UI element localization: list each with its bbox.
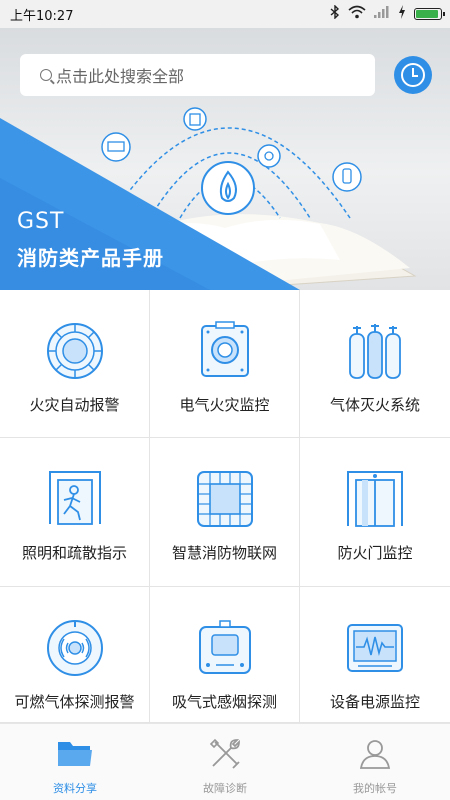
category-fire-alarm[interactable]: 火灾自动报警 (0, 290, 150, 438)
category-combustible-gas[interactable]: 可燃气体探测报警 (0, 587, 150, 723)
charging-icon (398, 5, 406, 23)
tools-icon (209, 738, 240, 769)
banner[interactable]: 点击此处搜索全部 GST 消防类产品手册 (0, 28, 450, 290)
category-label: 照明和疏散指示 (21, 544, 127, 562)
category-lighting-evacuation[interactable]: 照明和疏散指示 (0, 438, 150, 587)
category-label: 吸气式感烟探测 (171, 693, 277, 711)
category-label: 设备电源监控 (329, 693, 420, 711)
category-label: 可燃气体探测报警 (14, 693, 135, 711)
wifi-icon (348, 5, 366, 23)
category-power-monitor[interactable]: 设备电源监控 (300, 587, 450, 723)
bottom-tab-bar: 资料分享 故障诊断 我的帐号 (0, 723, 450, 800)
category-electrical-fire[interactable]: 电气火灾监控 (150, 290, 300, 438)
banner-subtitle: 消防类产品手册 (17, 246, 164, 270)
category-aspirating-smoke[interactable]: 吸气式感烟探测 (150, 587, 300, 723)
tab-label: 我的帐号 (353, 782, 397, 795)
user-icon (359, 740, 391, 769)
aspirating-smoke-detector-icon (198, 620, 251, 674)
fire-door-icon (347, 471, 403, 527)
category-label: 气体灭火系统 (329, 396, 420, 414)
tab-label: 资料分享 (53, 782, 97, 795)
tab-my-account[interactable]: 我的帐号 (300, 724, 450, 800)
category-gas-extinguishing[interactable]: 气体灭火系统 (300, 290, 450, 438)
category-label: 电气火灾监控 (179, 396, 270, 414)
category-label: 防火门监控 (337, 544, 413, 562)
status-icons (330, 4, 445, 23)
category-smart-iot[interactable]: 智慧消防物联网 (150, 438, 300, 587)
power-monitor-icon (347, 624, 403, 672)
banner-brand: GST (17, 209, 65, 234)
gas-detector-icon (46, 620, 103, 676)
folder-icon (58, 742, 92, 766)
electrical-fire-monitor-icon (200, 321, 249, 377)
category-grid: 火灾自动报警 电气火灾监控 气体灭火系统 照明和疏散指示 智慧消防物联网 防火门… (0, 290, 450, 723)
status-time: 上午10:27 (10, 8, 74, 24)
tab-label: 故障诊断 (203, 782, 247, 795)
tab-fault-diagnosis[interactable]: 故障诊断 (150, 724, 300, 800)
gas-cylinders-icon (349, 324, 401, 379)
history-button[interactable] (394, 56, 432, 94)
status-bar: 上午10:27 (0, 0, 450, 28)
search-icon (40, 69, 52, 81)
category-fire-door[interactable]: 防火门监控 (300, 438, 450, 587)
clock-icon (401, 63, 425, 87)
category-label: 智慧消防物联网 (171, 544, 277, 562)
bluetooth-icon (330, 4, 340, 23)
fire-alarm-detector-icon (46, 323, 103, 379)
search-placeholder: 点击此处搜索全部 (56, 67, 185, 86)
category-label: 火灾自动报警 (29, 396, 120, 414)
emergency-exit-icon (48, 471, 101, 525)
tab-resource-sharing[interactable]: 资料分享 (0, 724, 150, 800)
battery-icon (414, 8, 445, 20)
signal-icon (374, 6, 390, 22)
search-input[interactable]: 点击此处搜索全部 (20, 54, 375, 96)
iot-chip-icon (196, 471, 253, 527)
